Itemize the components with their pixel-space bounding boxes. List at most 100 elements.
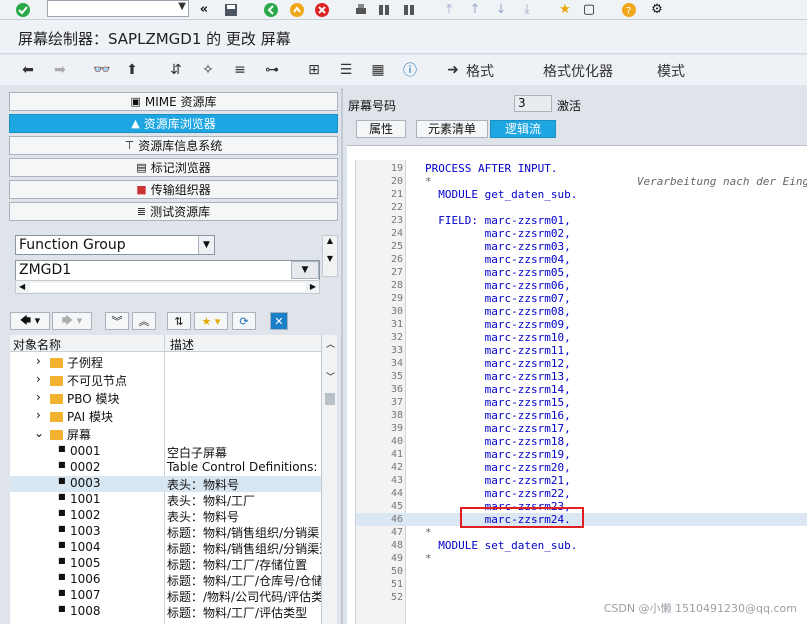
object-name-dropdown[interactable]: ▼ — [291, 261, 319, 279]
tab-element-list[interactable]: 元素清单 — [416, 120, 488, 138]
command-field[interactable]: ▼ — [47, 0, 189, 17]
screen-row[interactable]: ■ 1002 表头：物料号 — [10, 508, 321, 524]
code-line[interactable]: 35 marc-zzsrm13, — [356, 370, 807, 383]
object-name-input[interactable]: ZMGD1 — [15, 260, 320, 280]
column-divider[interactable] — [164, 335, 165, 352]
tree-node-pai[interactable]: › PAI 模块 — [10, 408, 321, 424]
expand-arrow-icon[interactable]: › — [36, 372, 41, 386]
code-line[interactable]: 41 marc-zzsrm19, — [356, 448, 807, 461]
scroll-thumb[interactable] — [325, 393, 335, 405]
screen-row[interactable]: ■ 0002 Table Control Definitions: DC — [10, 460, 321, 476]
expand-arrow-icon[interactable]: › — [36, 354, 41, 368]
code-line[interactable]: 42 marc-zzsrm20, — [356, 461, 807, 474]
glasses-icon[interactable]: 👓 — [92, 60, 112, 80]
code-line[interactable]: 32 marc-zzsrm10, — [356, 331, 807, 344]
scroll-up-icon[interactable]: ︿ — [326, 337, 335, 350]
refresh-tree-icon[interactable]: ⇅ — [167, 312, 191, 330]
first-page-icon[interactable]: ⤒ — [440, 1, 458, 18]
cancel-icon[interactable] — [313, 1, 331, 18]
code-line[interactable]: 30 marc-zzsrm08, — [356, 305, 807, 318]
gear-icon[interactable]: ⚙ — [648, 1, 666, 18]
format-optimizer-button[interactable]: 格式优化器 — [543, 61, 613, 81]
mode-button[interactable]: 模式 — [657, 61, 685, 81]
find-icon[interactable] — [375, 1, 393, 18]
previous-page-icon[interactable]: ↑ — [466, 1, 484, 18]
help-icon[interactable]: ? — [620, 1, 638, 18]
chevron-down-icon[interactable]: ▼ — [178, 1, 186, 12]
selector-scrollbar[interactable]: ▲ ▼ — [322, 235, 338, 277]
transport-organizer-button[interactable]: ■ 传输组织器 — [9, 180, 338, 199]
code-line[interactable]: 19 PROCESS AFTER INPUT. — [356, 162, 807, 175]
code-line[interactable]: 25 marc-zzsrm03, — [356, 240, 807, 253]
test-repository-button[interactable]: ≣ 测试资源库 — [9, 202, 338, 221]
tree-forward-button[interactable]: 🡆 ▾ — [52, 312, 92, 330]
selector-hscrollbar[interactable]: ◀ ▶ — [15, 280, 320, 294]
screen-row[interactable]: ■ 1005 标题：物料/工厂/存储位置 — [10, 556, 321, 572]
code-line[interactable]: 34 marc-zzsrm12, — [356, 357, 807, 370]
tag-browser-button[interactable]: ▤ 标记浏览器 — [9, 158, 338, 177]
tree-node-invisible[interactable]: › 不可见节点 — [10, 372, 321, 388]
code-line[interactable]: 36 marc-zzsrm14, — [356, 383, 807, 396]
screen-number-field[interactable]: 3 — [514, 95, 552, 112]
stack-icon[interactable]: ☰ — [336, 60, 356, 80]
repository-info-system-button[interactable]: ⊤ 资源库信息系统 — [9, 136, 338, 155]
layout-icon[interactable]: ▦ — [368, 60, 388, 80]
tree-back-button[interactable]: 🡄 ▾ — [10, 312, 50, 330]
info-icon[interactable]: ⓘ — [400, 60, 420, 80]
screen-row[interactable]: ■ 1001 表头：物料/工厂 — [10, 492, 321, 508]
expand-arrow-icon[interactable]: › — [36, 408, 41, 422]
collapse-all-icon[interactable]: ︾ — [105, 312, 129, 330]
code-line[interactable]: 37 marc-zzsrm15, — [356, 396, 807, 409]
close-icon[interactable]: ✕ — [270, 312, 288, 330]
arrow-right-icon[interactable]: ➡ — [50, 60, 70, 80]
scroll-down-icon[interactable]: ﹀ — [326, 370, 335, 383]
screen-row-selected[interactable]: ■ 0003 表头：物料号 — [10, 476, 321, 492]
code-line[interactable]: 20 * Verarbeitung nach der Eingabe — [356, 175, 807, 188]
expand-all-icon[interactable]: ︽ — [132, 312, 156, 330]
column-description[interactable]: 描述 — [170, 336, 194, 353]
arrow-right-solid-icon[interactable]: ➜ — [444, 60, 462, 80]
code-line[interactable]: 22 — [356, 201, 807, 214]
repository-browser-button[interactable]: ▲ 资源库浏览器 — [9, 114, 338, 133]
format-button[interactable]: 格式 — [466, 61, 494, 81]
code-line[interactable]: 21 MODULE get_daten_sub. — [356, 188, 807, 201]
code-line[interactable]: 27 marc-zzsrm05, — [356, 266, 807, 279]
code-line[interactable]: 33 marc-zzsrm11, — [356, 344, 807, 357]
screen-row[interactable]: ■ 1008 标题：物料/工厂/评估类型 — [10, 604, 321, 620]
next-page-icon[interactable]: ↓ — [492, 1, 510, 18]
object-list-icon[interactable]: ≡ — [230, 60, 250, 80]
enter-icon[interactable] — [14, 1, 32, 18]
exit-icon[interactable] — [288, 1, 306, 18]
screen-row[interactable]: ■ 1004 标题：物料/销售组织/分销渠道 — [10, 540, 321, 556]
new-session-icon[interactable]: ★ — [556, 1, 574, 18]
tab-attributes[interactable]: 属性 — [356, 120, 406, 138]
where-used-icon[interactable]: ⇵ — [166, 60, 186, 80]
object-type-select[interactable]: Function Group ▼ — [15, 235, 215, 255]
double-chevron-left-icon[interactable]: « — [195, 1, 213, 18]
arrow-left-icon[interactable]: ⬅ — [18, 60, 38, 80]
tree-node-subroutines[interactable]: › 子例程 — [10, 354, 321, 370]
save-icon[interactable] — [222, 1, 240, 18]
sync-icon[interactable]: ⟳ — [232, 312, 256, 330]
code-line[interactable]: 24 marc-zzsrm02, — [356, 227, 807, 240]
scroll-left-icon[interactable]: ◀ — [19, 282, 25, 291]
print-icon[interactable] — [352, 1, 370, 18]
code-line[interactable]: 23 FIELD: marc-zzsrm01, — [356, 214, 807, 227]
code-line[interactable]: 51 — [356, 578, 807, 591]
find-next-icon[interactable] — [400, 1, 418, 18]
code-editor[interactable]: 19 PROCESS AFTER INPUT. 20 * Verarbeitung n… — [355, 160, 807, 624]
tree-icon[interactable]: ⊞ — [304, 60, 324, 80]
column-object-name[interactable]: 对象名称 — [13, 336, 61, 353]
code-line[interactable]: 28 marc-zzsrm06, — [356, 279, 807, 292]
expand-arrow-icon[interactable]: › — [36, 390, 41, 404]
mime-repository-button[interactable]: ▣ MIME 资源库 — [9, 92, 338, 111]
code-line[interactable]: 26 marc-zzsrm04, — [356, 253, 807, 266]
code-line[interactable]: 44 marc-zzsrm22, — [356, 487, 807, 500]
favorites-icon[interactable]: ★ ▾ — [194, 312, 228, 330]
hierarchy-icon[interactable]: ⊶ — [262, 60, 282, 80]
scroll-right-icon[interactable]: ▶ — [310, 282, 316, 291]
tree-node-screens[interactable]: ⌄ 屏幕 — [10, 426, 321, 442]
code-line[interactable]: 43 marc-zzsrm21, — [356, 474, 807, 487]
collapse-arrow-icon[interactable]: ⌄ — [34, 426, 44, 440]
code-line[interactable]: 38 marc-zzsrm16, — [356, 409, 807, 422]
